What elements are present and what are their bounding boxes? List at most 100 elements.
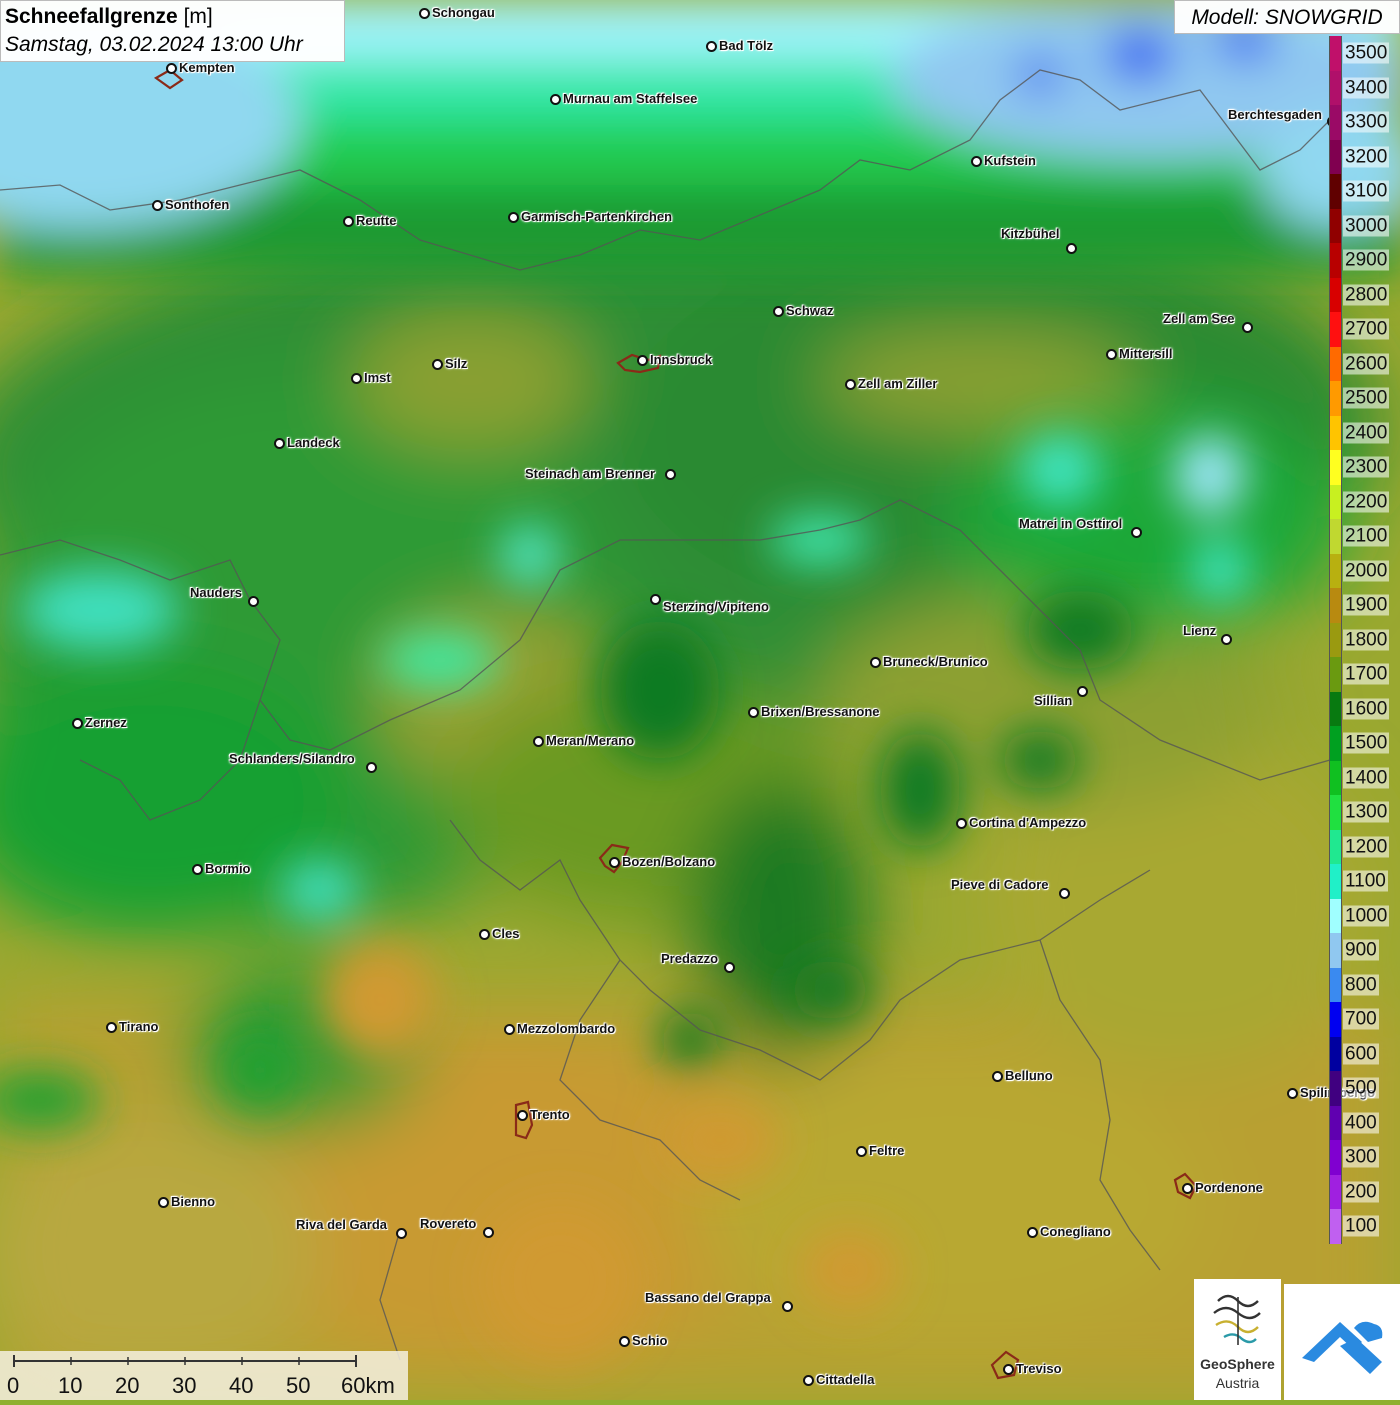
city-marker-icon [637,355,648,366]
color-legend: 3500 3400 3300 3200 3100 3000 2900 2800 2700 2600… [1329,36,1400,1244]
city-label: Nauders [190,585,243,600]
legend-swatch [1329,760,1342,795]
city-label: Mezzolombardo [517,1021,616,1036]
legend-swatch [1329,519,1342,554]
city-marker-icon [956,818,967,829]
city-label: Zell am See [1163,311,1235,326]
city-label: Cortina d'Ampezzo [969,815,1087,830]
legend-label: 1800 [1343,629,1390,651]
scale-label-0: 0 [7,1373,20,1398]
legend-item: 2100 [1329,519,1400,554]
city-marker-icon [773,306,784,317]
city-label: Innsbruck [650,352,713,367]
legend-label: 1700 [1343,663,1390,685]
scale-label-40: 40 [229,1373,254,1398]
city-label: Cittadella [816,1372,875,1387]
legend-swatch [1329,622,1342,657]
legend-item: 2800 [1329,277,1400,312]
legend-label: 200 [1343,1181,1379,1203]
city-label: Lienz [1183,623,1217,638]
title-unit: [m] [183,5,213,28]
legend-item: 1800 [1329,622,1400,657]
legend-swatch [1329,346,1342,381]
legend-swatch [1329,174,1342,209]
legend-swatch [1329,1105,1342,1140]
legend-label: 2400 [1343,422,1390,444]
city-label: Bienno [171,1194,216,1209]
city-label: Tirano [119,1019,159,1034]
app-logo-icon [1302,1321,1383,1374]
legend-item: 1000 [1329,898,1400,933]
city-marker-icon [706,41,717,52]
city-label: Mittersill [1119,346,1173,361]
legend-label: 600 [1343,1043,1379,1065]
legend-label: 1900 [1343,594,1390,616]
city-label: Kitzbühel [1001,226,1060,241]
legend-item: 1500 [1329,726,1400,761]
legend-item: 1900 [1329,588,1400,623]
scale-label-30: 30 [172,1373,197,1398]
legend-item: 1600 [1329,691,1400,726]
legend-label: 1500 [1343,732,1390,754]
city-label: Predazzo [661,951,719,966]
city-label: Zell am Ziller [858,376,938,391]
city-label: Trento [530,1107,570,1122]
city-marker-icon [479,929,490,940]
scale-label-10: 10 [58,1373,83,1398]
legend-item: 400 [1329,1105,1400,1140]
city-marker-icon [432,359,443,370]
city-marker-icon [1066,243,1077,254]
city-marker-icon [351,373,362,384]
legend-swatch [1329,1071,1342,1106]
legend-item: 2700 [1329,312,1400,347]
city-marker-icon [803,1375,814,1386]
legend-swatch [1329,381,1342,416]
legend-label: 900 [1343,939,1379,961]
city-marker-icon [845,379,856,390]
forecast-datetime: Samstag, 03.02.2024 13:00 Uhr [5,33,303,56]
legend-swatch [1329,1002,1342,1037]
legend-label: 2900 [1343,249,1390,271]
city-marker-icon [1221,634,1232,645]
legend-item: 300 [1329,1140,1400,1175]
legend-swatch [1329,139,1342,174]
legend-label: 800 [1343,974,1379,996]
city-marker-icon [1182,1183,1193,1194]
city-marker-icon [396,1228,407,1239]
legend-swatch [1329,70,1342,105]
map-title: Schneefallgrenze [m] [5,3,340,31]
legend-swatch [1329,208,1342,243]
city-marker-icon [1131,527,1142,538]
legend-swatch [1329,36,1342,71]
city-label: Bormio [205,861,251,876]
legend-swatch [1329,277,1342,312]
legend-swatch [1329,691,1342,726]
legend-label: 1000 [1343,905,1390,927]
city-marker-icon [533,736,544,747]
city-label: Belluno [1005,1068,1053,1083]
legend-item: 800 [1329,967,1400,1002]
legend-swatch [1329,726,1342,761]
city-marker-icon [192,864,203,875]
city-label: Cles [492,926,520,941]
legend-item: 600 [1329,1036,1400,1071]
legend-item: 900 [1329,933,1400,968]
legend-swatch [1329,898,1342,933]
legend-item: 2000 [1329,553,1400,588]
city-marker-icon [1027,1227,1038,1238]
city-label: Silz [445,356,468,371]
geosphere-emblem-icon [1213,1294,1261,1345]
scale-label-60km: 60km [341,1373,395,1398]
city-marker-icon [1077,686,1088,697]
legend-swatch [1329,795,1342,830]
city-marker-icon [508,212,519,223]
city-marker-icon [609,857,620,868]
city-marker-icon [619,1336,630,1347]
legend-label: 500 [1343,1077,1379,1099]
city-marker-icon [971,156,982,167]
city-label: Schlanders/Silandro [229,751,355,766]
city-marker-icon [72,718,83,729]
legend-item: 1700 [1329,657,1400,692]
legend-swatch [1329,967,1342,1002]
legend-item: 3300 [1329,105,1400,140]
